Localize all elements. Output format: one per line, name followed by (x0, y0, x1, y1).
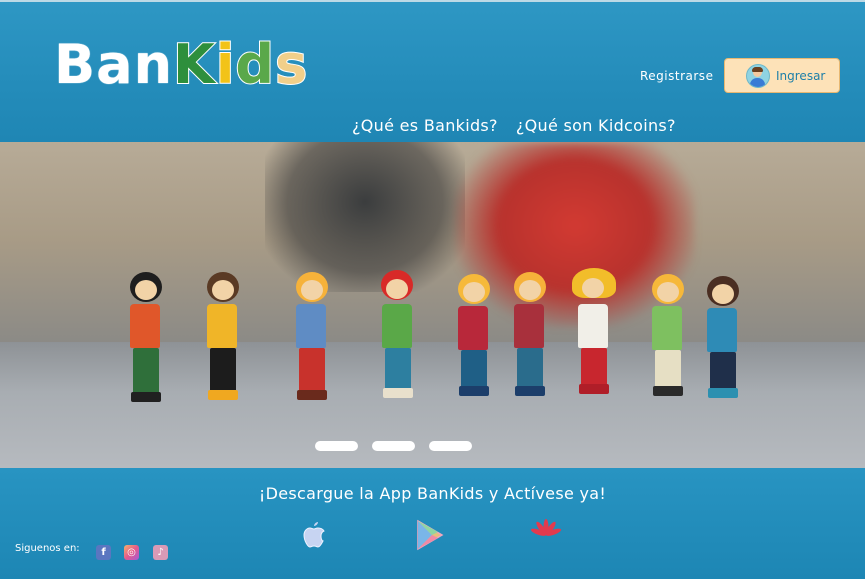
carousel-dot-3[interactable] (429, 441, 472, 451)
carousel-indicators (315, 441, 472, 451)
login-button[interactable]: Ingresar (724, 58, 840, 93)
logo-part-k: K (172, 32, 216, 97)
site-header: BanKids Registrarse Ingresar ¿Qué es Ban… (0, 0, 865, 142)
logo-part-ban: Ban (54, 33, 174, 96)
site-footer: ¡Descargue la App BanKids y Actívese ya!… (0, 468, 865, 579)
google-play-icon[interactable] (414, 518, 446, 552)
hero-carousel-image (0, 142, 865, 468)
instagram-icon[interactable]: ◎ (124, 545, 139, 560)
download-cta-text: ¡Descargue la App BanKids y Actívese ya! (258, 484, 607, 503)
register-link[interactable]: Registrarse (640, 69, 713, 83)
main-nav: ¿Qué es Bankids? ¿Qué son Kidcoins? (352, 116, 676, 135)
follow-us-label: Siguenos en: (15, 543, 80, 554)
logo-part-d: d (234, 32, 276, 97)
logo-part-i: i (215, 32, 236, 97)
huawei-appgallery-icon[interactable] (528, 518, 562, 552)
user-avatar-icon (746, 63, 770, 88)
logo-part-s: s (274, 32, 309, 97)
bankids-logo[interactable]: BanKids (54, 30, 308, 100)
nav-que-son-kidcoins[interactable]: ¿Qué son Kidcoins? (516, 116, 676, 135)
nav-que-es-bankids[interactable]: ¿Qué es Bankids? (352, 116, 498, 135)
apple-store-icon[interactable] (299, 518, 331, 552)
carousel-dot-2[interactable] (372, 441, 415, 451)
facebook-icon[interactable]: f (96, 545, 111, 560)
carousel-dot-1[interactable] (315, 441, 358, 451)
login-button-label: Ingresar (776, 68, 826, 83)
other-social-icon[interactable]: ♪ (153, 545, 168, 560)
